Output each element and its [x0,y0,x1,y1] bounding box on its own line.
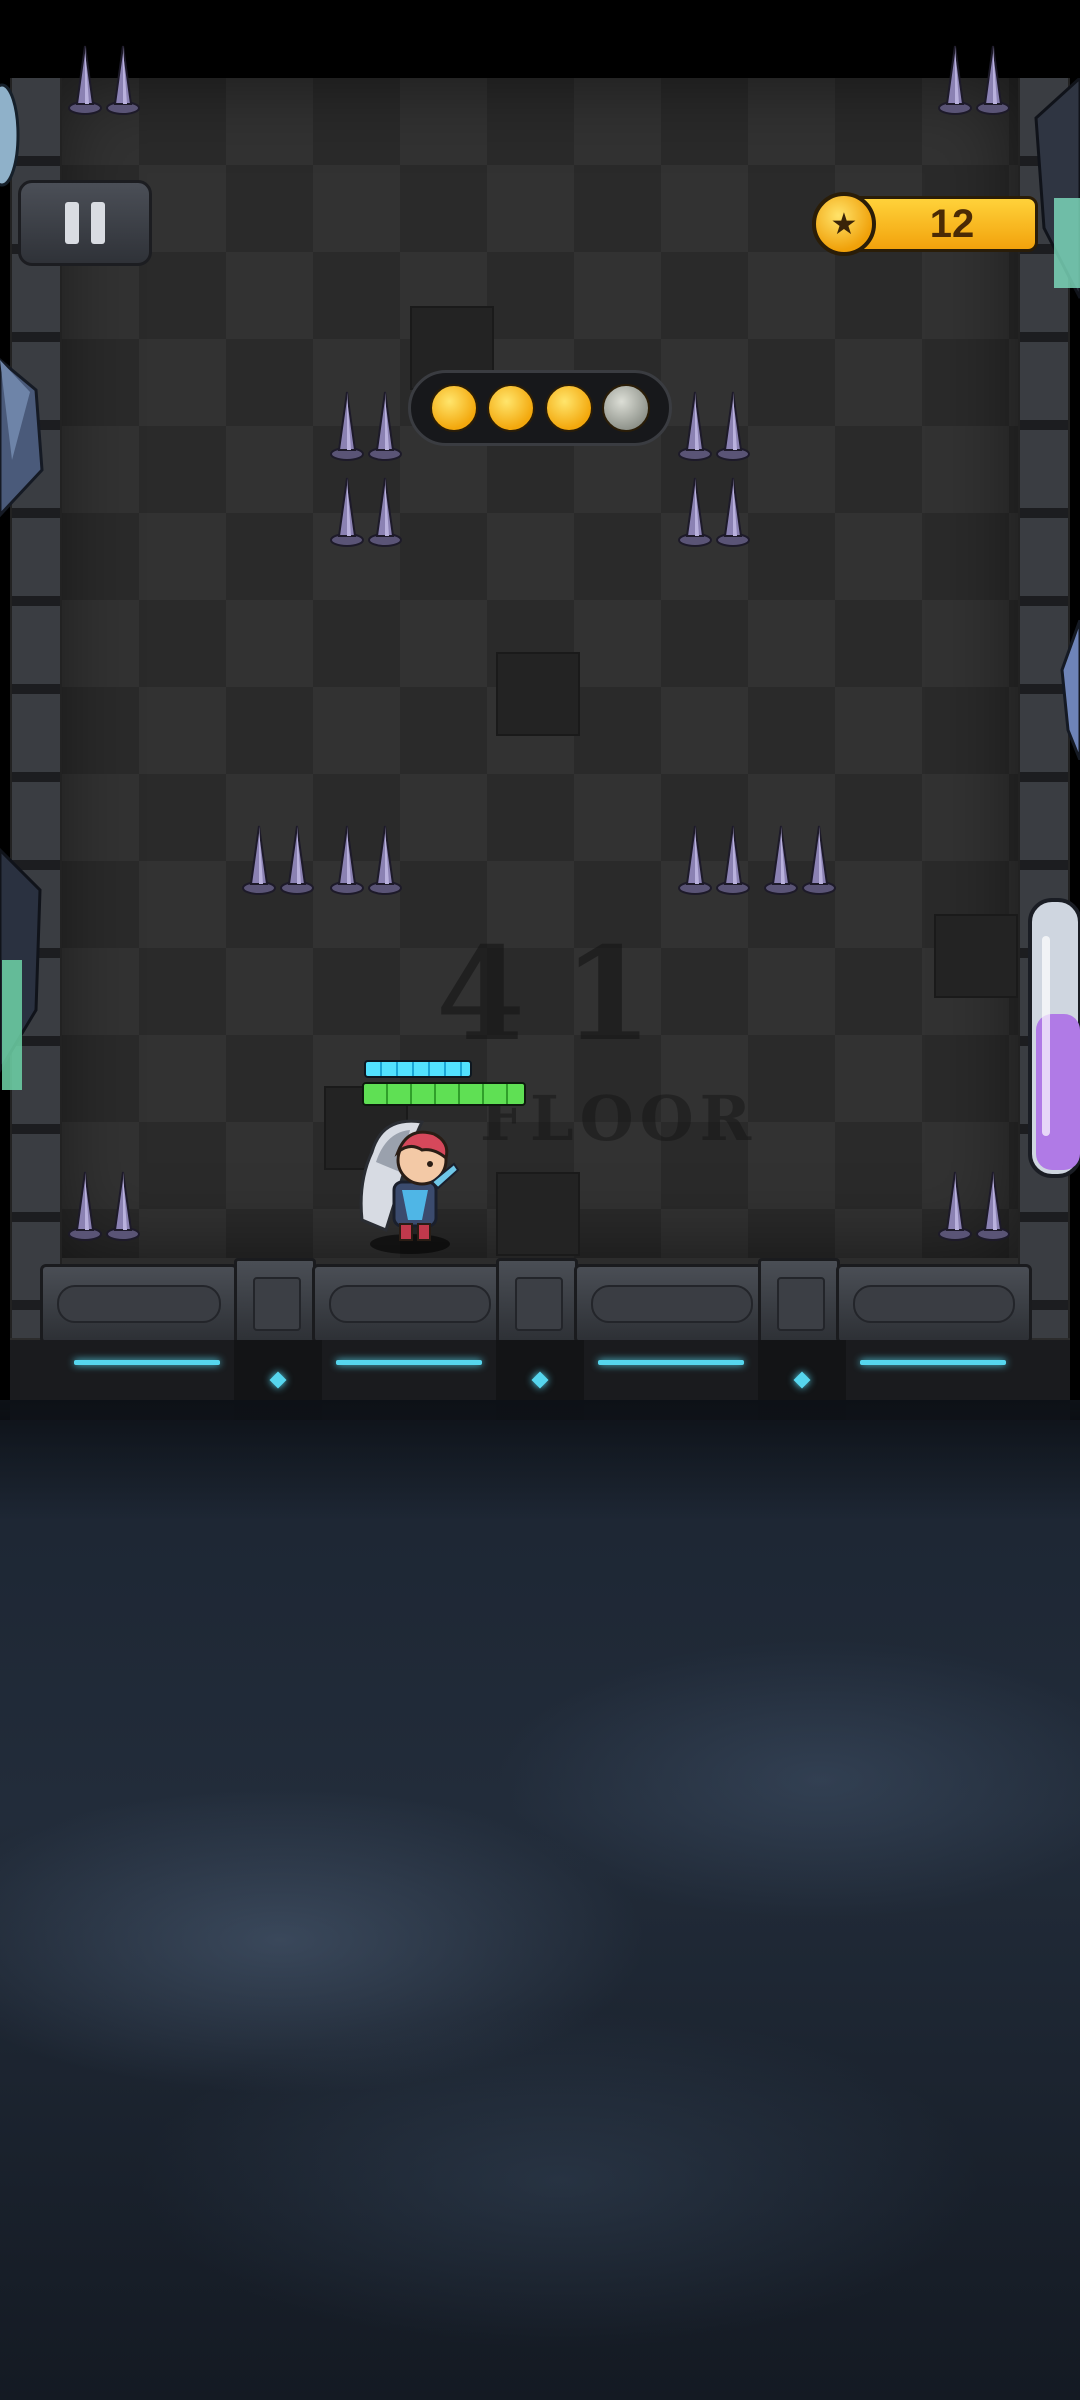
glow-strip [598,1360,744,1365]
star-coin-icon: ★ [812,192,876,256]
stage-progress-pip [430,384,479,432]
fog-fade [0,1400,1080,1520]
shield-bar [364,1060,472,1078]
spike-trap [328,390,404,462]
pause-icon [91,202,105,244]
floor-number: 41 [436,920,691,1070]
stage-progress-pip [544,384,593,432]
crystal-decor [0,358,44,518]
glow-strip [336,1360,482,1365]
spike-trap [676,824,752,896]
spike-trap [676,390,752,462]
health-bar [362,1082,526,1106]
stage-progress-pip [487,384,536,432]
spike-trap [676,476,752,548]
floor-pit [496,1172,580,1256]
ledge-plate [40,1264,238,1344]
ledge-block [234,1258,316,1346]
left-wall [10,78,62,1338]
glow-strip [860,1360,1006,1365]
ledge-plate [836,1264,1032,1344]
stage-progress [408,370,672,446]
crystal-decor [0,83,20,187]
pause-button[interactable] [18,180,152,266]
spike-trap [328,476,404,548]
hero-character [359,1119,460,1254]
stage-progress-pip [601,384,650,432]
ledge-block [496,1258,578,1346]
ledge-plate [312,1264,508,1344]
status-bar-area [0,0,1080,78]
floor-pit [496,652,580,736]
coin-count: 12 [929,202,975,246]
spike-trap [66,1170,142,1242]
hero-status-bars [362,1060,532,1110]
crystal-decor [1060,620,1080,760]
spike-trap [936,1170,1012,1242]
potion-flask-decor [1028,898,1080,1178]
coin-counter: 12 ★ [812,192,1038,256]
pause-icon [65,202,79,244]
floor-pit [934,914,1018,998]
crystal-decor [0,847,42,1090]
spike-trap [328,824,404,896]
spike-trap [66,44,142,116]
spike-trap [762,824,838,896]
glow-strip [74,1360,220,1365]
spike-trap [936,44,1012,116]
ledge-block [758,1258,840,1346]
fog-background [0,1420,1080,2400]
spike-trap [240,824,316,896]
ledge-plate [574,1264,770,1344]
